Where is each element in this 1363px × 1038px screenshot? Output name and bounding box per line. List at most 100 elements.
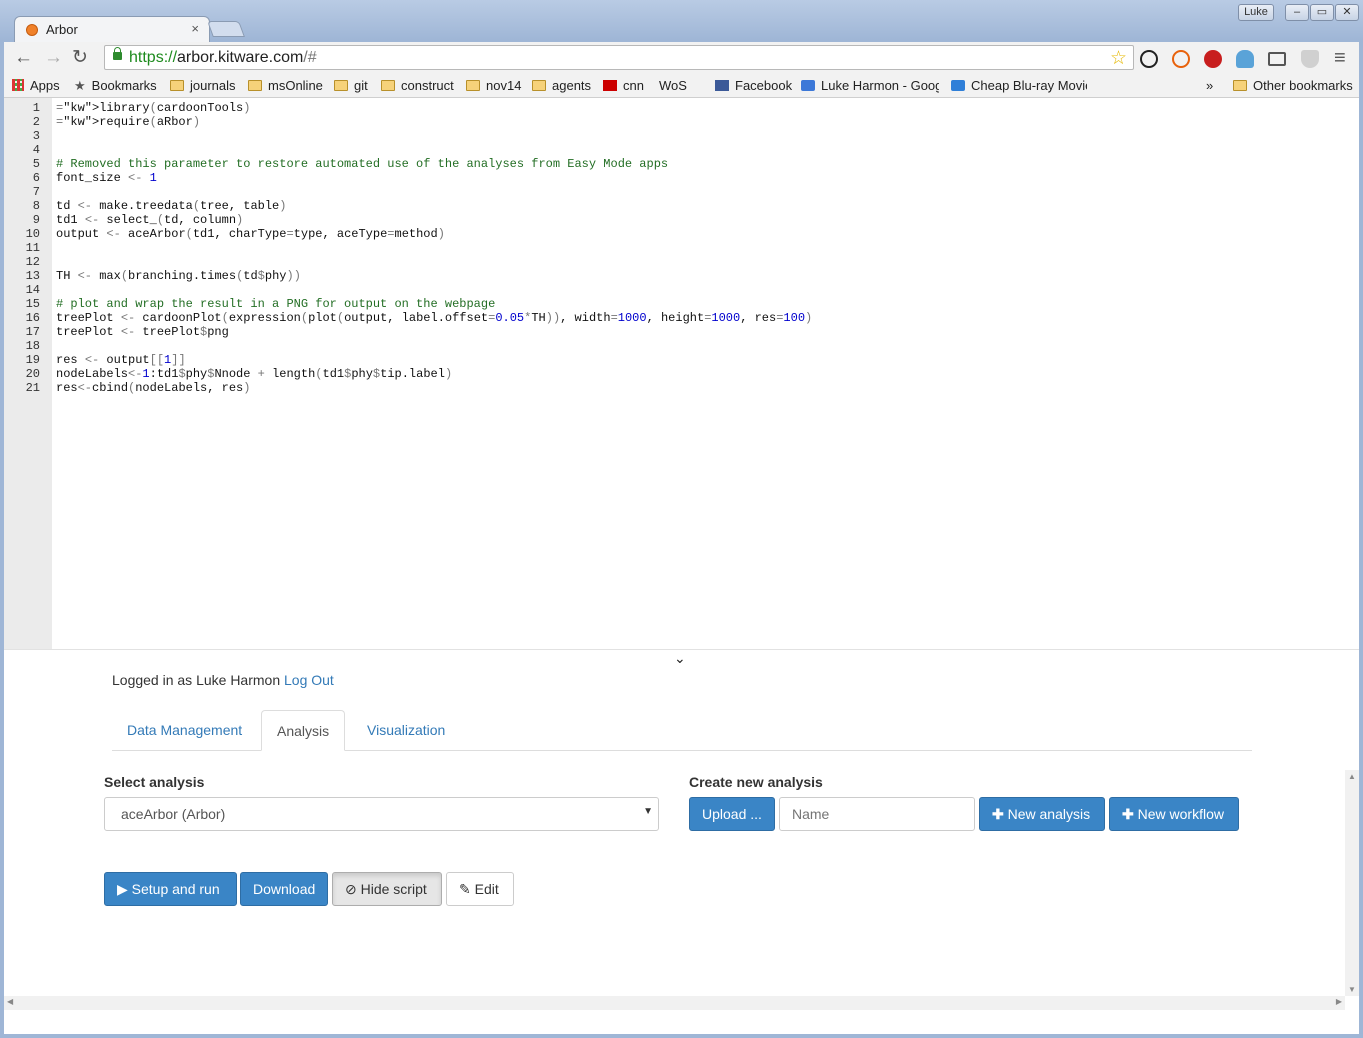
bookmark-b-icon	[951, 80, 965, 91]
code-text: TH <- max(branching.times(td$phy))	[56, 269, 301, 283]
analysis-select[interactable]: aceArbor (Arbor) ▼	[104, 797, 659, 831]
scroll-up-icon[interactable]: ▲	[1348, 772, 1356, 781]
extension-ghost-icon[interactable]	[1236, 50, 1254, 68]
code-text: ="kw">library(cardoonTools)	[56, 101, 251, 115]
code-text: td <- make.treedata(tree, table)	[56, 199, 287, 213]
bookmark-label: Other bookmarks	[1253, 78, 1353, 93]
extension-s-icon[interactable]	[1140, 50, 1158, 68]
code-text: ="kw">require(aRbor)	[56, 115, 201, 129]
folder-icon	[248, 80, 262, 91]
extension-b-icon[interactable]	[1172, 50, 1190, 68]
line-number: 21	[25, 381, 40, 395]
url-host: arbor.kitware.com	[177, 49, 304, 66]
bookmark-agents[interactable]: agents	[532, 78, 591, 93]
back-icon[interactable]: ←	[14, 48, 33, 68]
upload-button[interactable]: Upload ...	[689, 797, 775, 831]
bookmark-google-scholar[interactable]: Luke Harmon - Googl	[801, 78, 939, 93]
bookmark-apps[interactable]: Apps	[12, 78, 60, 93]
extension-adblock-icon[interactable]	[1204, 50, 1222, 68]
forward-icon[interactable]: →	[44, 48, 63, 68]
play-icon: ▶	[117, 881, 128, 897]
folder-icon	[170, 80, 184, 91]
code-text: font_size <- 1	[56, 171, 157, 185]
edit-label: Edit	[474, 881, 499, 897]
bookmark-msonline[interactable]: msOnline	[248, 78, 323, 93]
download-button[interactable]: Download	[240, 872, 328, 906]
bookmark-label: journals	[190, 78, 236, 93]
bookmark-label: agents	[552, 78, 592, 93]
bookmark-nov14[interactable]: nov14	[466, 78, 521, 93]
new-workflow-label: New workflow	[1137, 806, 1224, 822]
bookmarks-overflow-icon[interactable]: »	[1206, 78, 1213, 93]
address-bar[interactable]: https://arbor.kitware.com/# ☆	[104, 45, 1134, 70]
selected-analysis-value: aceArbor (Arbor)	[121, 806, 226, 822]
browser-menu-icon[interactable]: ≡	[1334, 48, 1346, 68]
horizontal-scrollbar[interactable]: ◀ ▶	[4, 996, 1345, 1010]
scroll-right-icon[interactable]: ▶	[1336, 997, 1342, 1006]
setup-and-run-label: Setup and run	[131, 881, 220, 897]
logout-link[interactable]: Log Out	[284, 672, 334, 688]
cast-icon[interactable]	[1268, 52, 1286, 66]
folder-icon	[466, 80, 480, 91]
user-profile-badge[interactable]: Luke	[1238, 4, 1274, 21]
bookmark-label: Luke Harmon - Googl	[821, 78, 939, 93]
line-number: 20	[25, 367, 40, 381]
bookmark-facebook[interactable]: Facebook	[715, 78, 792, 93]
tab-data-management[interactable]: Data Management	[112, 710, 257, 751]
extension-shield-icon[interactable]	[1301, 50, 1319, 68]
tab-title: Arbor	[46, 22, 78, 37]
bookmark-journals[interactable]: journals	[170, 78, 236, 93]
bookmark-label: nov14	[486, 78, 522, 93]
new-analysis-button[interactable]: ✚ New analysis	[979, 797, 1105, 831]
new-tab-button[interactable]	[207, 21, 245, 37]
code-text: treePlot <- treePlot$png	[56, 325, 229, 339]
bookmark-label: construct	[401, 78, 454, 93]
bookmark-wos[interactable]: WoS	[659, 78, 687, 189]
bookmark-star-icon[interactable]: ☆	[1110, 47, 1127, 70]
line-number: 11	[25, 241, 40, 255]
script-editor[interactable]: 1 ="kw">library(cardoonTools) 2 ="kw">requi…	[4, 98, 1359, 650]
bookmark-bookmarks[interactable]: ★ Bookmarks	[74, 78, 157, 94]
hide-script-button[interactable]: ⊘ Hide script	[332, 872, 442, 906]
new-workflow-button[interactable]: ✚ New workflow	[1109, 797, 1239, 831]
scroll-left-icon[interactable]: ◀	[7, 997, 13, 1006]
collapse-editor-chevron-icon[interactable]: ⌄	[674, 651, 686, 665]
bookmark-construct[interactable]: construct	[381, 78, 454, 93]
line-number: 18	[25, 339, 40, 353]
page-content: 1 ="kw">library(cardoonTools) 2 ="kw">requi…	[4, 98, 1359, 1034]
line-number: 15	[25, 297, 40, 311]
edit-icon: ✎	[459, 881, 471, 897]
bookmarks-bar: Apps ★ Bookmarks journals msOnline git co…	[4, 74, 1359, 189]
code-text: td1 <- select_(td, column)	[56, 213, 244, 227]
scrollbar-thumb[interactable]	[1347, 784, 1356, 977]
bookmark-cnn[interactable]: cnn	[603, 78, 644, 93]
close-window-button[interactable]: ✕	[1335, 4, 1359, 21]
maximize-button[interactable]: ▭	[1310, 4, 1334, 21]
tab-analysis[interactable]: Analysis	[261, 710, 345, 751]
bookmark-other-bookmarks[interactable]: Other bookmarks	[1233, 78, 1353, 93]
vertical-scrollbar[interactable]: ▲ ▼	[1345, 770, 1359, 996]
bookmark-cheap-bluray[interactable]: Cheap Blu-ray Movie	[951, 78, 1087, 93]
edit-button[interactable]: ✎ Edit	[446, 872, 514, 906]
url-path: /#	[303, 49, 317, 66]
reload-icon[interactable]: ↻	[72, 48, 88, 68]
browser-tab[interactable]: Arbor ×	[14, 16, 210, 42]
line-number: 19	[25, 353, 40, 367]
tab-close-icon[interactable]: ×	[191, 21, 199, 36]
line-number: 14	[25, 283, 40, 297]
url-scheme: https://	[129, 49, 178, 66]
analysis-name-input[interactable]	[779, 797, 975, 831]
download-label: Download	[253, 881, 316, 897]
create-analysis-label: Create new analysis	[689, 774, 823, 790]
bookmark-git[interactable]: git	[334, 78, 368, 93]
tab-visualization[interactable]: Visualization	[352, 710, 460, 751]
minimize-button[interactable]: –	[1285, 4, 1309, 21]
apps-icon	[12, 79, 24, 91]
line-number: 10	[25, 227, 40, 241]
scroll-down-icon[interactable]: ▼	[1348, 985, 1356, 994]
plus-icon: ✚	[992, 806, 1004, 822]
bookmark-label: git	[354, 78, 368, 93]
star-icon: ★	[74, 78, 86, 93]
address-url: https://arbor.kitware.com/#	[129, 49, 317, 67]
setup-and-run-button[interactable]: ▶ Setup and run	[104, 872, 237, 906]
